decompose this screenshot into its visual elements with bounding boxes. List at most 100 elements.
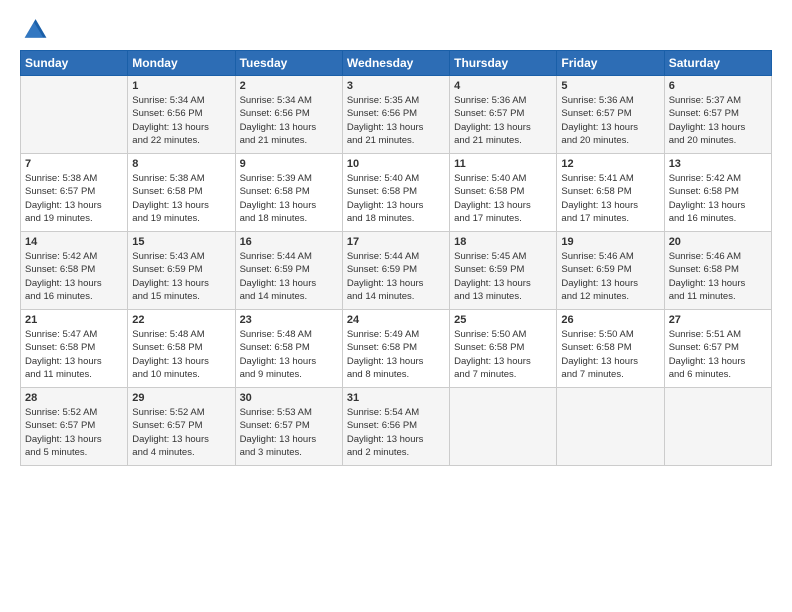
- day-cell: 12 Sunrise: 5:41 AMSunset: 6:58 PMDayligh…: [557, 154, 664, 232]
- day-cell: 22Sunrise: 5:48 AMSunset: 6:58 PMDayligh…: [128, 310, 235, 388]
- day-cell: 23 Sunrise: 5:48 AMSunset: 6:58 PMDayligh…: [235, 310, 342, 388]
- day-info: Sunrise: 5:51 AMSunset: 6:57 PMDaylight:…: [669, 328, 767, 381]
- weekday-header-sunday: Sunday: [21, 51, 128, 76]
- day-info: Sunrise: 5:45 AMSunset: 6:59 PMDaylight:…: [454, 250, 552, 303]
- day-info: Sunrise: 5:40 AMSunset: 6:58 PMDaylight:…: [347, 172, 445, 225]
- day-number: 4: [454, 80, 552, 92]
- day-info: Sunrise: 5:39 AMSunset: 6:58 PMDaylight:…: [240, 172, 338, 225]
- day-number: 30: [240, 392, 338, 404]
- day-number: 7: [25, 158, 123, 170]
- day-number: 28: [25, 392, 123, 404]
- main-container: SundayMondayTuesdayWednesdayThursdayFrid…: [0, 0, 792, 476]
- week-row-1: 1 Sunrise: 5:34 AMSunset: 6:56 PMDaylight…: [21, 76, 772, 154]
- day-cell: 7 Sunrise: 5:38 AMSunset: 6:57 PMDaylight…: [21, 154, 128, 232]
- day-info: Sunrise: 5:44 AMSunset: 6:59 PMDaylight:…: [347, 250, 445, 303]
- day-cell: 26Sunrise: 5:50 AMSunset: 6:58 PMDayligh…: [557, 310, 664, 388]
- day-cell: 19 Sunrise: 5:46 AMSunset: 6:59 PMDayligh…: [557, 232, 664, 310]
- calendar-table: SundayMondayTuesdayWednesdayThursdayFrid…: [20, 50, 772, 466]
- day-info: Sunrise: 5:35 AMSunset: 6:56 PMDaylight:…: [347, 94, 445, 147]
- day-info: Sunrise: 5:34 AMSunset: 6:56 PMDaylight:…: [132, 94, 230, 147]
- day-cell: 17 Sunrise: 5:44 AMSunset: 6:59 PMDayligh…: [342, 232, 449, 310]
- day-cell: 14Sunrise: 5:42 AMSunset: 6:58 PMDayligh…: [21, 232, 128, 310]
- day-cell: 1 Sunrise: 5:34 AMSunset: 6:56 PMDaylight…: [128, 76, 235, 154]
- day-info: Sunrise: 5:36 AMSunset: 6:57 PMDaylight:…: [561, 94, 659, 147]
- day-cell: [450, 388, 557, 466]
- day-cell: 5 Sunrise: 5:36 AMSunset: 6:57 PMDaylight…: [557, 76, 664, 154]
- day-number: 25: [454, 314, 552, 326]
- day-cell: 31Sunrise: 5:54 AMSunset: 6:56 PMDayligh…: [342, 388, 449, 466]
- day-number: 12: [561, 158, 659, 170]
- day-info: Sunrise: 5:38 AMSunset: 6:58 PMDaylight:…: [132, 172, 230, 225]
- day-number: 21: [25, 314, 123, 326]
- day-cell: 30 Sunrise: 5:53 AMSunset: 6:57 PMDayligh…: [235, 388, 342, 466]
- day-info: Sunrise: 5:43 AMSunset: 6:59 PMDaylight:…: [132, 250, 230, 303]
- day-cell: [21, 76, 128, 154]
- day-cell: 4 Sunrise: 5:36 AMSunset: 6:57 PMDaylight…: [450, 76, 557, 154]
- day-number: 27: [669, 314, 767, 326]
- day-cell: 25 Sunrise: 5:50 AMSunset: 6:58 PMDayligh…: [450, 310, 557, 388]
- day-cell: 21 Sunrise: 5:47 AMSunset: 6:58 PMDayligh…: [21, 310, 128, 388]
- day-cell: 24 Sunrise: 5:49 AMSunset: 6:58 PMDayligh…: [342, 310, 449, 388]
- day-info: Sunrise: 5:46 AMSunset: 6:58 PMDaylight:…: [669, 250, 767, 303]
- day-number: 11: [454, 158, 552, 170]
- weekday-header-friday: Friday: [557, 51, 664, 76]
- day-number: 24: [347, 314, 445, 326]
- day-number: 23: [240, 314, 338, 326]
- day-cell: 15 Sunrise: 5:43 AMSunset: 6:59 PMDayligh…: [128, 232, 235, 310]
- day-number: 5: [561, 80, 659, 92]
- day-cell: 9 Sunrise: 5:39 AMSunset: 6:58 PMDaylight…: [235, 154, 342, 232]
- week-row-4: 21 Sunrise: 5:47 AMSunset: 6:58 PMDayligh…: [21, 310, 772, 388]
- day-number: 18: [454, 236, 552, 248]
- day-info: Sunrise: 5:36 AMSunset: 6:57 PMDaylight:…: [454, 94, 552, 147]
- day-number: 19: [561, 236, 659, 248]
- weekday-header-tuesday: Tuesday: [235, 51, 342, 76]
- day-info: Sunrise: 5:54 AMSunset: 6:56 PMDaylight:…: [347, 406, 445, 459]
- day-cell: 13Sunrise: 5:42 AMSunset: 6:58 PMDayligh…: [664, 154, 771, 232]
- day-number: 9: [240, 158, 338, 170]
- day-number: 15: [132, 236, 230, 248]
- day-info: Sunrise: 5:41 AMSunset: 6:58 PMDaylight:…: [561, 172, 659, 225]
- weekday-header-row: SundayMondayTuesdayWednesdayThursdayFrid…: [21, 51, 772, 76]
- day-info: Sunrise: 5:34 AMSunset: 6:56 PMDaylight:…: [240, 94, 338, 147]
- day-cell: 18 Sunrise: 5:45 AMSunset: 6:59 PMDayligh…: [450, 232, 557, 310]
- day-info: Sunrise: 5:42 AMSunset: 6:58 PMDaylight:…: [25, 250, 123, 303]
- day-cell: 29Sunrise: 5:52 AMSunset: 6:57 PMDayligh…: [128, 388, 235, 466]
- day-info: Sunrise: 5:48 AMSunset: 6:58 PMDaylight:…: [132, 328, 230, 381]
- day-number: 29: [132, 392, 230, 404]
- day-number: 8: [132, 158, 230, 170]
- day-number: 1: [132, 80, 230, 92]
- day-cell: [664, 388, 771, 466]
- day-cell: 3 Sunrise: 5:35 AMSunset: 6:56 PMDaylight…: [342, 76, 449, 154]
- day-number: 2: [240, 80, 338, 92]
- weekday-header-monday: Monday: [128, 51, 235, 76]
- day-number: 3: [347, 80, 445, 92]
- day-info: Sunrise: 5:40 AMSunset: 6:58 PMDaylight:…: [454, 172, 552, 225]
- logo: [20, 16, 52, 44]
- weekday-header-saturday: Saturday: [664, 51, 771, 76]
- header: [20, 16, 772, 44]
- day-number: 17: [347, 236, 445, 248]
- day-info: Sunrise: 5:38 AMSunset: 6:57 PMDaylight:…: [25, 172, 123, 225]
- day-info: Sunrise: 5:44 AMSunset: 6:59 PMDaylight:…: [240, 250, 338, 303]
- day-info: Sunrise: 5:47 AMSunset: 6:58 PMDaylight:…: [25, 328, 123, 381]
- day-cell: 16 Sunrise: 5:44 AMSunset: 6:59 PMDayligh…: [235, 232, 342, 310]
- day-info: Sunrise: 5:53 AMSunset: 6:57 PMDaylight:…: [240, 406, 338, 459]
- day-number: 16: [240, 236, 338, 248]
- week-row-5: 28 Sunrise: 5:52 AMSunset: 6:57 PMDayligh…: [21, 388, 772, 466]
- day-info: Sunrise: 5:50 AMSunset: 6:58 PMDaylight:…: [454, 328, 552, 381]
- day-cell: 20 Sunrise: 5:46 AMSunset: 6:58 PMDayligh…: [664, 232, 771, 310]
- logo-icon: [20, 16, 48, 44]
- day-info: Sunrise: 5:52 AMSunset: 6:57 PMDaylight:…: [25, 406, 123, 459]
- day-cell: 28 Sunrise: 5:52 AMSunset: 6:57 PMDayligh…: [21, 388, 128, 466]
- day-number: 20: [669, 236, 767, 248]
- day-cell: 6Sunrise: 5:37 AMSunset: 6:57 PMDaylight…: [664, 76, 771, 154]
- week-row-2: 7 Sunrise: 5:38 AMSunset: 6:57 PMDaylight…: [21, 154, 772, 232]
- day-number: 10: [347, 158, 445, 170]
- day-info: Sunrise: 5:46 AMSunset: 6:59 PMDaylight:…: [561, 250, 659, 303]
- weekday-header-wednesday: Wednesday: [342, 51, 449, 76]
- day-info: Sunrise: 5:48 AMSunset: 6:58 PMDaylight:…: [240, 328, 338, 381]
- day-info: Sunrise: 5:37 AMSunset: 6:57 PMDaylight:…: [669, 94, 767, 147]
- day-info: Sunrise: 5:49 AMSunset: 6:58 PMDaylight:…: [347, 328, 445, 381]
- day-cell: 27 Sunrise: 5:51 AMSunset: 6:57 PMDayligh…: [664, 310, 771, 388]
- day-number: 26: [561, 314, 659, 326]
